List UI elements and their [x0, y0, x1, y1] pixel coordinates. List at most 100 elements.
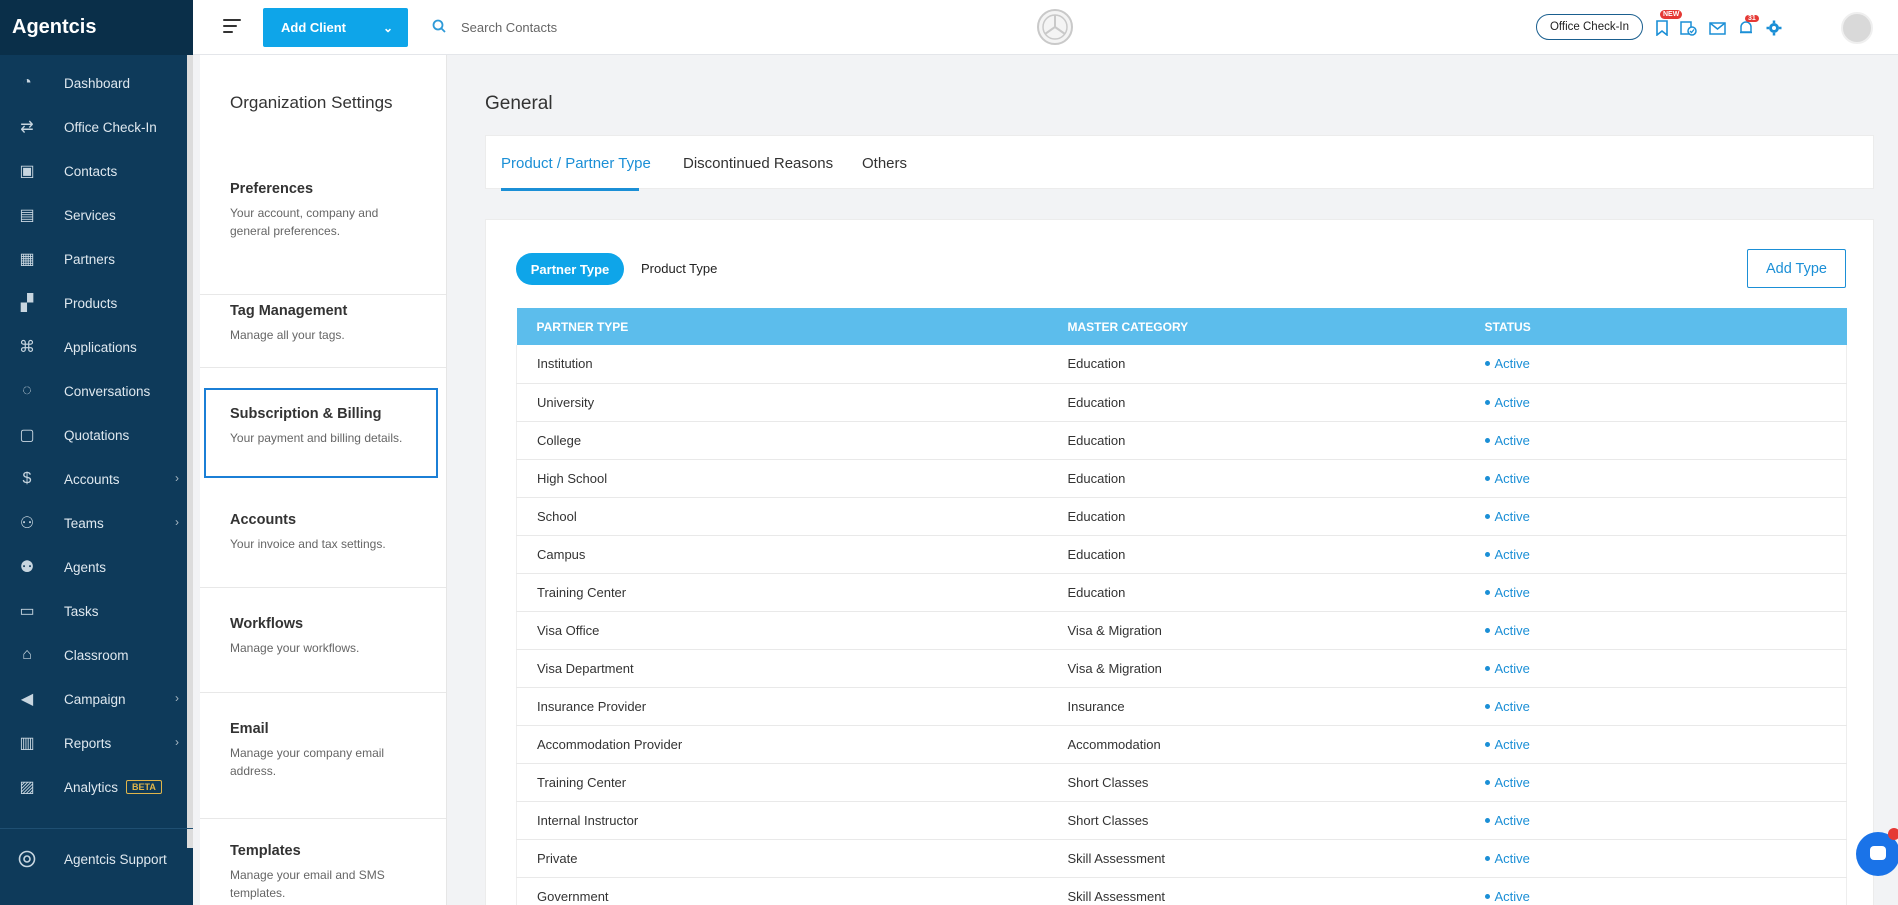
- partner-type-cell: Internal Instructor: [537, 812, 639, 828]
- sidebar-item-teams[interactable]: ⚇ Teams ›: [0, 501, 193, 545]
- table-row[interactable]: Institution Education Active: [516, 345, 1847, 383]
- sidebar-item-label: Dashboard: [64, 75, 131, 91]
- chevron-right-icon[interactable]: ›: [175, 515, 179, 529]
- sidebar-item-quotations[interactable]: ▢ Quotations: [0, 413, 193, 457]
- settings-item-email[interactable]: Email Manage your company email address.: [200, 721, 446, 819]
- tab-others[interactable]: Others: [862, 155, 907, 172]
- chevron-right-icon[interactable]: ›: [175, 691, 179, 705]
- product-type-toggle[interactable]: Product Type: [641, 261, 717, 276]
- sidebar-item-label: Accounts: [64, 471, 120, 487]
- table-row[interactable]: Visa Department Visa & Migration Active: [516, 649, 1847, 687]
- status-dot-icon: [1484, 513, 1490, 519]
- master-category-cell: Visa & Migration: [1067, 622, 1162, 638]
- status-cell: Active: [1465, 383, 1847, 421]
- column-header-master-category[interactable]: MASTER CATEGORY: [1048, 308, 1465, 345]
- sidebar-item-partners[interactable]: ▦ Partners: [0, 237, 193, 281]
- mail-icon[interactable]: [1707, 18, 1727, 38]
- search-input[interactable]: [461, 16, 721, 38]
- tab-product-partner-type[interactable]: Product / Partner Type: [501, 155, 651, 172]
- settings-item-workflows[interactable]: Workflows Manage your workflows.: [200, 616, 446, 693]
- sidebar-item-products[interactable]: ▞ Products: [0, 281, 193, 325]
- status-cell: Active: [1465, 535, 1847, 573]
- settings-item-subscription-billing[interactable]: Subscription & Billing Your payment and …: [204, 388, 438, 478]
- sidebar-item-conversations[interactable]: ◌ Conversations: [0, 369, 193, 413]
- settings-item-title: Subscription & Billing: [230, 406, 382, 422]
- bell-icon[interactable]: 31: [1736, 15, 1759, 38]
- settings-item-title: Tag Management: [230, 303, 348, 319]
- tabs-bar: Product / Partner Type Discontinued Reas…: [485, 135, 1874, 191]
- settings-item-accounts[interactable]: Accounts Your invoice and tax settings.: [200, 512, 446, 588]
- sidebar-item-label: Applications: [64, 339, 137, 355]
- master-category-cell: Insurance: [1067, 698, 1125, 714]
- status-cell: Active: [1465, 497, 1847, 535]
- table-row[interactable]: University Education Active: [516, 383, 1847, 421]
- status-dot-icon: [1484, 475, 1490, 481]
- sidebar-item-contacts[interactable]: ▣ Contacts: [0, 149, 193, 193]
- sidebar-scrollbar[interactable]: [187, 55, 193, 848]
- sidebar-item-label: Agents: [64, 559, 107, 575]
- sidebar-item-services[interactable]: ▤ Services: [0, 193, 193, 237]
- sidebar-item-label: Teams: [64, 515, 104, 531]
- table-row[interactable]: Training Center Education Active: [516, 573, 1847, 611]
- table-row[interactable]: Campus Education Active: [516, 535, 1847, 573]
- sidebar-item-tasks[interactable]: ▭ Tasks: [0, 589, 193, 633]
- table-row[interactable]: Insurance Provider Insurance Active: [516, 687, 1847, 725]
- sidebar-item-classroom[interactable]: ⌂ Classroom: [0, 633, 193, 677]
- partner-type-cell: Insurance Provider: [537, 698, 647, 714]
- tasks-icon: ▭: [19, 603, 35, 620]
- table-row[interactable]: School Education Active: [516, 497, 1847, 535]
- status-cell: Active: [1465, 839, 1847, 877]
- sidebar: Agentcis ◔ Dashboard ⇄ Office Check-In ▣ Cont…: [0, 0, 193, 905]
- status-dot-icon: [1484, 779, 1490, 785]
- table-row[interactable]: Training Center Short Classes Active: [516, 763, 1847, 801]
- contacts-icon: ▣: [19, 163, 35, 180]
- sidebar-item-applications[interactable]: ⌘ Applications: [0, 325, 193, 369]
- partner-type-toggle[interactable]: Partner Type: [516, 253, 624, 285]
- sidebar-item-campaign[interactable]: ◀ Campaign ›: [0, 677, 193, 721]
- add-type-button[interactable]: Add Type: [1747, 249, 1846, 288]
- office-checkin-button[interactable]: Office Check-In: [1536, 14, 1643, 40]
- master-category-cell: Short Classes: [1067, 774, 1149, 790]
- sidebar-item-office-check-in[interactable]: ⇄ Office Check-In: [0, 105, 193, 149]
- table-row[interactable]: College Education Active: [516, 421, 1847, 459]
- sidebar-item-accounts[interactable]: $ Accounts ›: [0, 457, 193, 501]
- master-category-cell: Short Classes: [1067, 812, 1149, 828]
- table-row[interactable]: Internal Instructor Short Classes Active: [516, 801, 1847, 839]
- avatar[interactable]: [1841, 12, 1873, 44]
- settings-scrollbar[interactable]: [446, 150, 447, 520]
- menu-icon[interactable]: [223, 19, 241, 37]
- table-row[interactable]: High School Education Active: [516, 459, 1847, 497]
- status-dot-icon: [1484, 893, 1490, 899]
- settings-item-templates[interactable]: Templates Manage your email and SMS temp…: [200, 843, 446, 905]
- sidebar-item-label: Office Check-In: [64, 119, 157, 135]
- settings-item-preferences[interactable]: Preferences Your account, company and ge…: [200, 181, 446, 295]
- tab-discontinued-reasons[interactable]: Discontinued Reasons: [683, 155, 833, 172]
- status-text: Active: [1494, 698, 1530, 714]
- chat-widget-button[interactable]: [1856, 828, 1898, 876]
- chevron-right-icon[interactable]: ›: [175, 471, 179, 485]
- status-dot-icon: [1484, 703, 1490, 709]
- task-check-icon[interactable]: [1678, 18, 1698, 38]
- sidebar-item-label: Contacts: [64, 163, 118, 179]
- sidebar-item-agents[interactable]: ⚉ Agents: [0, 545, 193, 589]
- table-row[interactable]: Private Skill Assessment Active: [516, 839, 1847, 877]
- sidebar-item-reports[interactable]: ▥ Reports ›: [0, 721, 193, 765]
- bookmark-icon[interactable]: NEW: [1652, 10, 1683, 38]
- partner-type-cell: School: [537, 508, 577, 524]
- settings-panel: Organization Settings Preferences Your a…: [200, 55, 447, 905]
- add-client-button[interactable]: Add Client ⌄: [263, 8, 408, 47]
- chevron-right-icon[interactable]: ›: [175, 735, 179, 749]
- column-header-status[interactable]: STATUS: [1465, 308, 1847, 345]
- table-row[interactable]: Accommodation Provider Accommodation Activ…: [516, 725, 1847, 763]
- brand-logo[interactable]: Agentcis: [0, 0, 193, 55]
- table-row[interactable]: Visa Office Visa & Migration Active: [516, 611, 1847, 649]
- gear-icon[interactable]: [1764, 18, 1784, 38]
- sidebar-item-dashboard[interactable]: ◔ Dashboard: [0, 61, 193, 105]
- sidebar-item-analytics[interactable]: ▨ Analytics BETA: [0, 765, 193, 809]
- table-row[interactable]: Government Skill Assessment Active: [516, 877, 1847, 905]
- chevron-down-icon[interactable]: ⌄: [368, 21, 408, 35]
- partner-type-cell: Training Center: [537, 584, 627, 600]
- column-header-partner-type[interactable]: PARTNER TYPE: [517, 308, 1048, 345]
- sidebar-item-support[interactable]: Agentcis Support: [0, 837, 193, 881]
- settings-item-tag-management[interactable]: Tag Management Manage all your tags.: [200, 303, 446, 368]
